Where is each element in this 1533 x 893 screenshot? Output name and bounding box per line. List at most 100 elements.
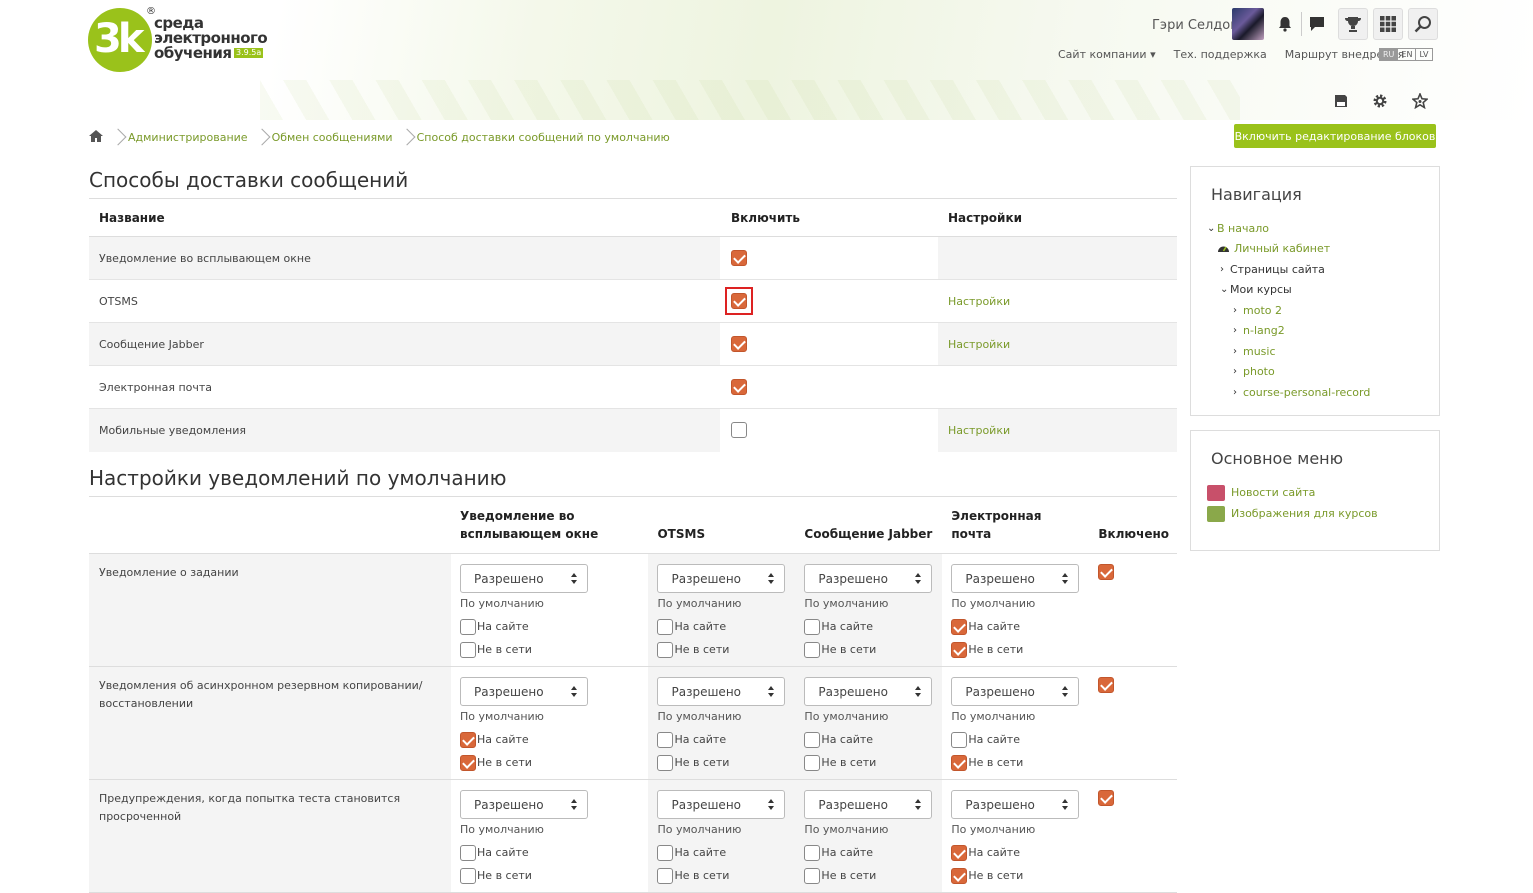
breadcrumb-item-admin[interactable]: Администрирование <box>128 131 248 144</box>
permission-select[interactable]: Разрешено <box>804 564 933 593</box>
settings-link-otsms[interactable]: Настройки <box>948 295 1010 308</box>
online-checkbox[interactable] <box>657 618 674 635</box>
breadcrumb-item-current[interactable]: Способ доставки сообщений по умолчанию <box>417 131 670 144</box>
settings-link-mobile[interactable]: Настройки <box>948 424 1010 437</box>
lang-en[interactable]: EN <box>1397 48 1417 61</box>
permission-select[interactable]: Разрешено <box>657 790 786 819</box>
avatar[interactable] <box>1232 8 1264 40</box>
online-checkbox[interactable] <box>951 618 968 635</box>
notification-name: Уведомление о задании <box>89 553 452 667</box>
permission-select[interactable]: Разрешено <box>951 790 1080 819</box>
enabled-checkbox[interactable] <box>1098 790 1115 806</box>
chevron-right-icon: › <box>1233 386 1237 398</box>
enable-block-editing-button[interactable]: Включить редактирование блоков <box>1234 124 1436 148</box>
gear-icon[interactable] <box>1370 92 1390 110</box>
offline-checkbox[interactable] <box>657 754 674 771</box>
offline-checkbox[interactable] <box>460 867 477 884</box>
nav-item-course[interactable]: › music <box>1233 341 1439 362</box>
trophy-icon[interactable] <box>1338 8 1368 40</box>
save-icon[interactable] <box>1331 92 1351 110</box>
chevron-down-icon: ⌄ <box>1220 284 1229 296</box>
permission-select[interactable]: Разрешено <box>460 564 589 593</box>
column-header-email: Электронная почта <box>942 496 1090 554</box>
grid-icon[interactable] <box>1373 8 1403 40</box>
processor-name: Мобильные уведомления <box>89 408 720 452</box>
search-icon[interactable] <box>1408 8 1438 40</box>
offline-checkbox[interactable] <box>951 867 968 884</box>
language-switcher: RU EN LV <box>1379 48 1433 61</box>
nav-item-site-pages[interactable]: › Страницы сайта <box>1220 259 1439 280</box>
nav-item-course[interactable]: › course-personal-record <box>1233 382 1439 403</box>
default-label: По умолчанию <box>804 823 889 836</box>
permission-select[interactable]: Разрешено <box>657 564 786 593</box>
offline-checkbox[interactable] <box>804 867 821 884</box>
permission-select[interactable]: Разрешено <box>460 790 589 819</box>
enable-checkbox-mobile[interactable] <box>731 422 747 439</box>
lang-lv[interactable]: LV <box>1415 48 1433 61</box>
permission-select[interactable]: Разрешено <box>951 564 1080 593</box>
permission-select[interactable]: Разрешено <box>804 677 933 706</box>
online-checkbox[interactable] <box>657 731 674 748</box>
offline-checkbox[interactable] <box>657 641 674 658</box>
online-checkbox[interactable] <box>804 844 821 861</box>
table-row: Предупреждения, когда попытка теста стан… <box>89 779 1177 893</box>
table-row: Уведомление о задании Разрешено По умолчан… <box>89 553 1177 667</box>
offline-option: Не в сети <box>804 864 934 887</box>
permission-select[interactable]: Разрешено <box>951 677 1080 706</box>
online-checkbox[interactable] <box>657 844 674 861</box>
offline-checkbox[interactable] <box>460 754 477 771</box>
star-icon[interactable] <box>1410 92 1430 110</box>
column-header-blank <box>89 496 452 554</box>
settings-link-jabber[interactable]: Настройки <box>948 338 1010 351</box>
lang-ru[interactable]: RU <box>1379 48 1399 61</box>
offline-checkbox[interactable] <box>951 754 968 771</box>
support-link[interactable]: Тех. поддержка <box>1174 48 1267 61</box>
bell-icon[interactable] <box>1270 8 1300 40</box>
chevron-right-icon: › <box>1233 304 1237 316</box>
online-checkbox[interactable] <box>951 731 968 748</box>
online-checkbox[interactable] <box>460 844 477 861</box>
breadcrumb-item-messaging[interactable]: Обмен сообщениями <box>272 131 393 144</box>
enabled-checkbox[interactable] <box>1098 564 1115 580</box>
enabled-checkbox[interactable] <box>1098 677 1115 693</box>
online-option: На сайте <box>657 615 787 638</box>
enable-checkbox-popup[interactable] <box>731 250 747 266</box>
default-label: По умолчанию <box>804 597 889 610</box>
nav-item-home[interactable]: ⌄ В начало <box>1207 218 1439 239</box>
column-header-jabber: Сообщение Jabber <box>795 496 943 554</box>
main-menu-item-images[interactable]: Изображения для курсов <box>1207 503 1439 524</box>
nav-item-course[interactable]: › moto 2 <box>1233 300 1439 321</box>
online-checkbox[interactable] <box>460 731 477 748</box>
permission-select[interactable]: Разрешено <box>460 677 589 706</box>
site-logo[interactable]: 3k ® среда электронного обучения 3.9.5a <box>88 6 268 74</box>
nav-item-my-courses[interactable]: ⌄ Мои курсы <box>1220 280 1439 301</box>
permission-select[interactable]: Разрешено <box>657 677 786 706</box>
nav-item-course[interactable]: › n-lang2 <box>1233 321 1439 342</box>
main-menu-item-news[interactable]: Новости сайта <box>1207 482 1439 503</box>
enable-checkbox-otsms[interactable] <box>731 293 747 309</box>
permission-select[interactable]: Разрешено <box>804 790 933 819</box>
online-option: На сайте <box>951 728 1081 751</box>
nav-item-dashboard[interactable]: Личный кабинет <box>1217 239 1439 260</box>
online-checkbox[interactable] <box>804 731 821 748</box>
online-checkbox[interactable] <box>804 618 821 635</box>
online-option: На сайте <box>657 728 787 751</box>
column-header-name: Название <box>89 198 720 237</box>
offline-checkbox[interactable] <box>804 754 821 771</box>
chat-icon[interactable] <box>1302 8 1332 40</box>
processor-name: Сообщение Jabber <box>89 322 720 366</box>
online-checkbox[interactable] <box>460 618 477 635</box>
online-checkbox[interactable] <box>951 844 968 861</box>
enable-checkbox-jabber[interactable] <box>731 336 747 352</box>
user-name[interactable]: Гэри Селдон <box>1152 18 1239 33</box>
online-option: На сайте <box>951 615 1081 638</box>
home-icon[interactable] <box>88 129 104 146</box>
nav-item-course[interactable]: › photo <box>1233 362 1439 383</box>
offline-checkbox[interactable] <box>804 641 821 658</box>
default-label: По умолчанию <box>657 597 742 610</box>
offline-checkbox[interactable] <box>951 641 968 658</box>
offline-checkbox[interactable] <box>657 867 674 884</box>
offline-checkbox[interactable] <box>460 641 477 658</box>
enable-checkbox-email[interactable] <box>731 379 747 395</box>
company-site-menu[interactable]: Сайт компании ▾ <box>1058 48 1156 61</box>
